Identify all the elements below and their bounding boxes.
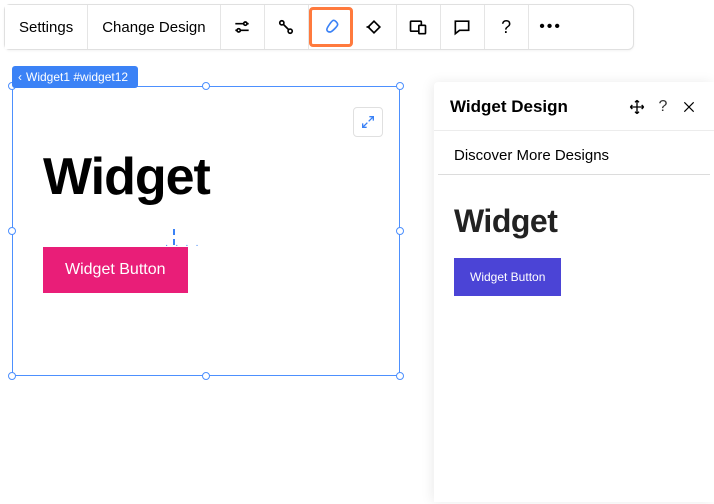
toolbar: Settings Change Design ? ••• xyxy=(4,4,634,50)
alignment-guide xyxy=(173,229,203,245)
panel-subheading: Discover More Designs xyxy=(438,131,710,175)
move-icon xyxy=(629,99,645,115)
resize-handle-br[interactable] xyxy=(396,372,404,380)
design-panel: Widget Design ? Discover More Designs Wi… xyxy=(434,82,714,502)
animation-icon xyxy=(276,17,296,37)
help-icon-button[interactable]: ? xyxy=(485,5,529,49)
settings-button[interactable]: Settings xyxy=(5,5,88,49)
brush-icon xyxy=(321,17,341,37)
panel-close-button[interactable] xyxy=(678,96,700,118)
resize-handle-tr[interactable] xyxy=(396,82,404,90)
sliders-icon xyxy=(232,17,252,37)
expand-icon xyxy=(360,114,376,130)
move-panel-button[interactable] xyxy=(626,96,648,118)
resize-handle-ml[interactable] xyxy=(8,227,16,235)
chevron-left-icon: ‹ xyxy=(18,70,22,84)
diamond-icon-button[interactable] xyxy=(353,5,397,49)
close-icon xyxy=(682,100,696,114)
resize-handle-tm[interactable] xyxy=(202,82,210,90)
preview-title: Widget xyxy=(454,203,698,240)
breadcrumb-label: Widget1 #widget12 xyxy=(26,70,128,84)
comment-icon-button[interactable] xyxy=(441,5,485,49)
widget-button[interactable]: Widget Button xyxy=(43,247,188,293)
change-design-button[interactable]: Change Design xyxy=(88,5,220,49)
design-preview-card[interactable]: Widget Widget Button xyxy=(434,175,714,312)
panel-title: Widget Design xyxy=(450,97,622,117)
expand-button[interactable] xyxy=(353,107,383,137)
diamond-icon xyxy=(364,17,384,37)
animation-icon-button[interactable] xyxy=(265,5,309,49)
sliders-icon-button[interactable] xyxy=(221,5,265,49)
more-icon: ••• xyxy=(539,18,562,36)
resize-handle-mr[interactable] xyxy=(396,227,404,235)
canvas-selection-frame[interactable]: Widget · · · · Widget Button xyxy=(12,86,400,376)
breadcrumb[interactable]: ‹ Widget1 #widget12 xyxy=(12,66,138,88)
settings-label: Settings xyxy=(19,19,73,36)
change-design-label: Change Design xyxy=(102,19,205,36)
preview-button-label: Widget Button xyxy=(470,270,545,284)
resize-handle-bl[interactable] xyxy=(8,372,16,380)
preview-button: Widget Button xyxy=(454,258,561,296)
widget-title[interactable]: Widget xyxy=(43,147,210,207)
brush-icon-button[interactable] xyxy=(309,7,353,47)
widget-button-label: Widget Button xyxy=(65,261,166,278)
panel-help-button[interactable]: ? xyxy=(652,96,674,118)
resize-handle-bm[interactable] xyxy=(202,372,210,380)
help-icon: ? xyxy=(659,98,668,116)
comment-icon xyxy=(452,17,472,37)
help-icon: ? xyxy=(501,17,511,38)
responsive-icon xyxy=(408,17,428,37)
more-icon-button[interactable]: ••• xyxy=(529,5,573,49)
panel-header: Widget Design ? xyxy=(434,82,714,131)
responsive-icon-button[interactable] xyxy=(397,5,441,49)
